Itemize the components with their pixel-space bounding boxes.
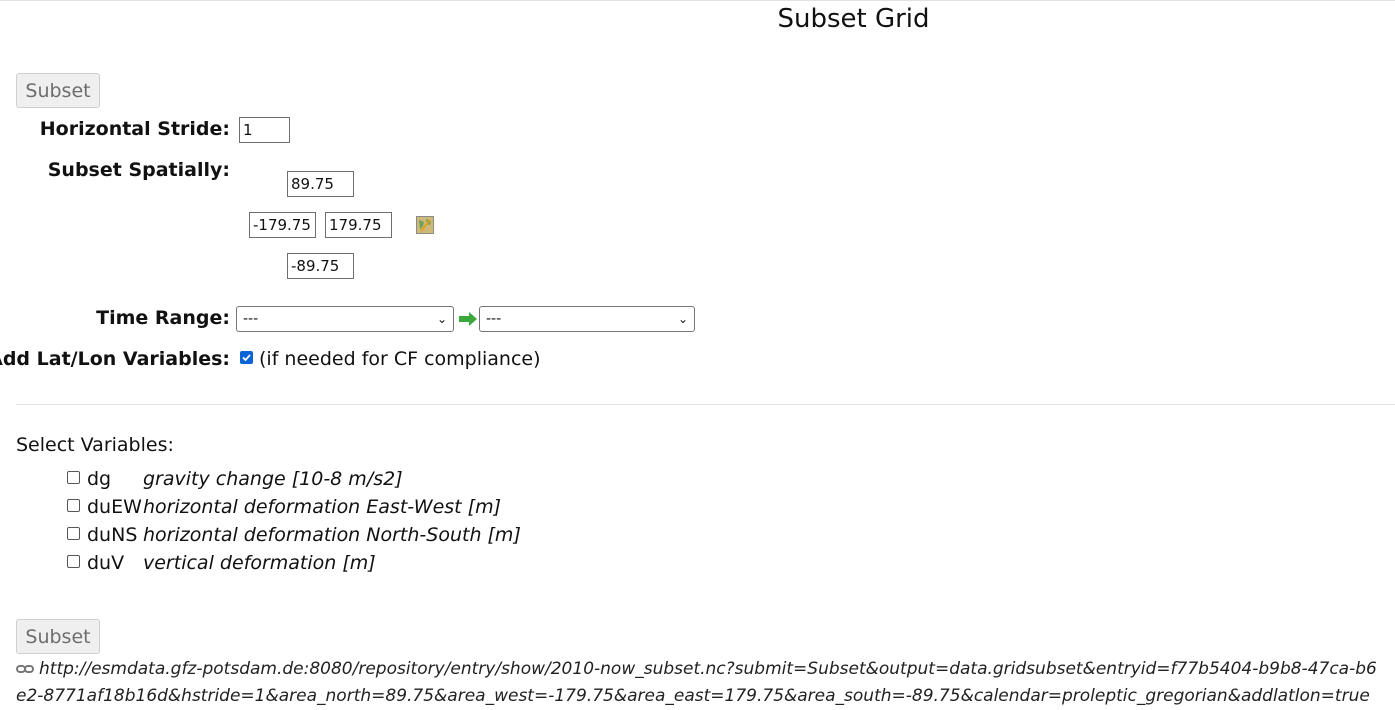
east-input[interactable]	[325, 212, 392, 238]
add-latlon-note: (if needed for CF compliance)	[259, 348, 541, 370]
time-start-select[interactable]: --- ⌄	[236, 306, 454, 332]
west-input[interactable]	[249, 212, 316, 238]
variable-description: horizontal deformation East-West [m]	[143, 496, 501, 518]
subset-url-text: http://esmdata.gfz-potsdam.de:8080/repos…	[16, 659, 1377, 706]
variable-checkbox-duV[interactable]	[67, 555, 80, 568]
variable-checkbox-duNS[interactable]	[67, 527, 80, 540]
time-end-value: ---	[486, 311, 502, 327]
subset-button-top[interactable]: Subset	[16, 73, 100, 108]
south-input[interactable]	[287, 253, 354, 279]
variable-name: duEW	[87, 496, 142, 518]
arrow-right-icon	[459, 312, 477, 326]
section-divider	[16, 404, 1395, 405]
subset-spatially-label: Subset Spatially:	[47, 159, 230, 181]
add-latlon-checkbox[interactable]	[240, 351, 253, 364]
time-range-label: Time Range:	[96, 307, 230, 329]
add-latlon-label: Add Lat/Lon Variables:	[0, 348, 230, 370]
north-input[interactable]	[287, 171, 354, 197]
horizontal-stride-input[interactable]	[239, 117, 290, 143]
link-icon	[16, 665, 34, 673]
chevron-down-icon: ⌄	[436, 312, 447, 326]
top-divider	[0, 0, 1395, 1]
map-icon[interactable]	[416, 216, 434, 234]
variable-name: duV	[87, 552, 125, 574]
chevron-down-icon: ⌄	[677, 312, 688, 326]
subset-button-bottom[interactable]: Subset	[16, 619, 100, 654]
variable-description: vertical deformation [m]	[143, 552, 376, 574]
variable-checkbox-dg[interactable]	[67, 471, 80, 484]
variable-description: horizontal deformation North-South [m]	[143, 524, 521, 546]
variable-checkbox-duEW[interactable]	[67, 499, 80, 512]
variable-description: gravity change [10-8 m/s2]	[143, 468, 403, 490]
time-start-value: ---	[243, 311, 259, 327]
page-title: Subset Grid	[777, 4, 930, 34]
subset-url-link[interactable]: http://esmdata.gfz-potsdam.de:8080/repos…	[16, 656, 1386, 710]
checkmark-icon	[242, 354, 251, 362]
select-variables-heading: Select Variables:	[16, 434, 174, 456]
time-end-select[interactable]: --- ⌄	[479, 306, 695, 332]
horizontal-stride-label: Horizontal Stride:	[39, 118, 230, 140]
variable-name: duNS	[87, 524, 138, 546]
variable-name: dg	[87, 468, 112, 490]
